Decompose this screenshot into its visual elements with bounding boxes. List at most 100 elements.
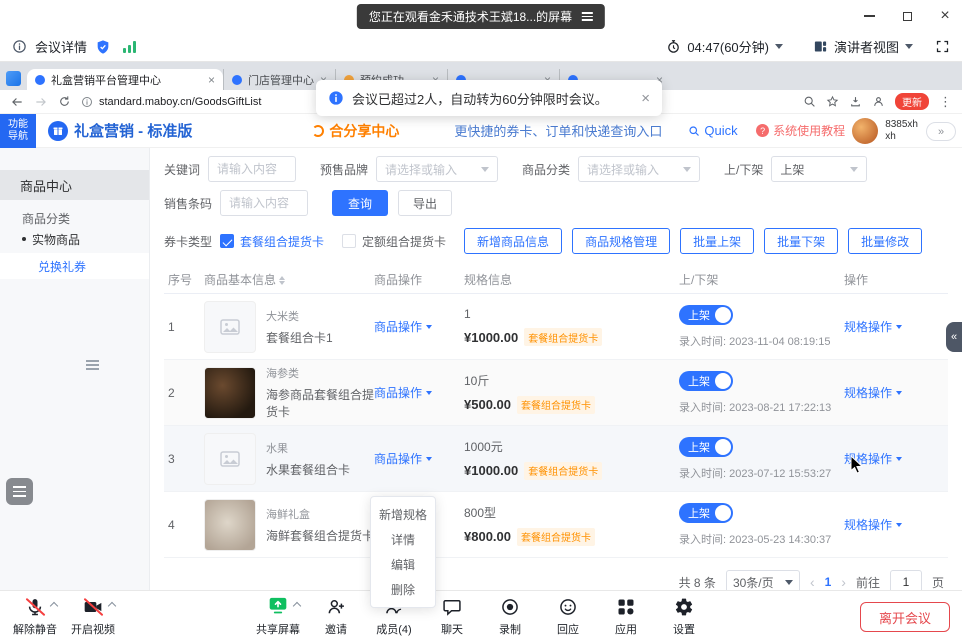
sidebar-item-physical-goods[interactable]: 实物商品: [0, 230, 149, 248]
back-icon[interactable]: [10, 95, 24, 109]
batch-edit-button[interactable]: 批量修改: [848, 228, 922, 254]
export-button[interactable]: 导出: [398, 190, 452, 216]
meeting-list-float-button[interactable]: [6, 478, 33, 505]
shelf-toggle[interactable]: 上架: [679, 371, 733, 391]
share-screen-button[interactable]: 共享屏幕: [249, 596, 307, 637]
product-photo: [204, 367, 256, 419]
keyword-input[interactable]: [208, 156, 296, 182]
spec-action-link[interactable]: 规格操作: [844, 318, 902, 335]
price: ¥800.00: [464, 529, 511, 544]
browser-tab-active[interactable]: 礼盒营销平台管理中心 ×: [27, 69, 223, 90]
category-label: 商品分类: [522, 161, 570, 178]
quick-search-link[interactable]: Quick: [688, 123, 737, 138]
menu-item-detail[interactable]: 详情: [371, 527, 435, 552]
batch-on-button[interactable]: 批量上架: [680, 228, 754, 254]
brand-title: 礼盒营销 - 标准版: [74, 120, 192, 141]
menu-item-edit[interactable]: 编辑: [371, 552, 435, 577]
spec-action-link[interactable]: 规格操作: [844, 384, 902, 401]
user-avatar[interactable]: [852, 118, 878, 144]
browser-update-badge[interactable]: 更新: [895, 93, 929, 110]
star-icon[interactable]: [826, 95, 839, 108]
share-center-link[interactable]: 合分享中心: [312, 121, 399, 141]
network-signal-icon[interactable]: [123, 41, 136, 53]
reload-icon[interactable]: [58, 95, 71, 108]
panel-collapse-handle[interactable]: «: [946, 322, 962, 352]
forward-icon[interactable]: [34, 95, 48, 109]
camera-options-icon[interactable]: [108, 602, 116, 610]
user-name[interactable]: 8385xh xh: [885, 119, 918, 143]
checkbox-combo-card[interactable]: 套餐组合提货卡: [220, 233, 324, 250]
browser-menu-icon[interactable]: ⋮: [939, 94, 952, 110]
user-icon[interactable]: [872, 95, 885, 108]
browser-logo-icon[interactable]: [6, 71, 21, 86]
apps-button[interactable]: 应用: [597, 596, 655, 637]
sort-icon[interactable]: [279, 276, 285, 285]
gear-icon: [674, 596, 694, 618]
banner-text: 您正在观看金禾通技术王斌18...的屏幕: [369, 8, 572, 25]
category-select[interactable]: 请选择或输入: [578, 156, 700, 182]
leave-meeting-button[interactable]: 离开会议: [860, 602, 950, 632]
product-action-link[interactable]: 商品操作: [374, 450, 432, 467]
product-photo: [204, 499, 256, 551]
search-button[interactable]: 查询: [332, 190, 388, 216]
url-text[interactable]: standard.maboy.cn/GoodsGiftList: [99, 96, 261, 108]
fullscreen-icon[interactable]: [935, 39, 950, 54]
brand-label: 预售品牌: [320, 161, 368, 178]
spec-value: 1000元: [464, 438, 679, 455]
security-shield-icon[interactable]: [95, 39, 111, 55]
sidebar-collapse-icon[interactable]: [86, 360, 99, 370]
product-action-link[interactable]: 商品操作: [374, 318, 432, 335]
batch-off-button[interactable]: 批量下架: [764, 228, 838, 254]
spec-manage-button[interactable]: 商品规格管理: [572, 228, 670, 254]
close-button[interactable]: ×: [938, 9, 952, 23]
tab-close-icon[interactable]: ×: [208, 73, 215, 87]
brand-select[interactable]: 请选择或输入: [376, 156, 498, 182]
meeting-details-link[interactable]: 会议详情: [35, 37, 87, 56]
product-action-link[interactable]: 商品操作: [374, 384, 432, 401]
settings-button[interactable]: 设置: [655, 596, 713, 637]
product-name: 海参商品套餐组合提货卡: [266, 388, 374, 419]
view-dropdown-icon[interactable]: [905, 44, 913, 49]
banner-menu-icon[interactable]: [582, 12, 593, 21]
record-button[interactable]: 录制: [481, 596, 539, 637]
sidebar-group-category[interactable]: 商品分类: [0, 209, 149, 227]
timer-dropdown-icon[interactable]: [775, 44, 783, 49]
shelf-select[interactable]: 上架: [771, 156, 867, 182]
barcode-input[interactable]: [220, 190, 308, 216]
toast-close-icon[interactable]: ×: [641, 90, 650, 107]
next-page-icon[interactable]: ›: [841, 574, 846, 590]
add-product-button[interactable]: 新增商品信息: [464, 228, 562, 254]
mouse-cursor: [850, 455, 864, 475]
unmute-button[interactable]: 解除静音: [6, 596, 64, 637]
menu-item-delete[interactable]: 删除: [371, 577, 435, 602]
sidebar-item-gift-voucher[interactable]: 兑换礼券: [0, 253, 149, 279]
shelf-toggle[interactable]: 上架: [679, 437, 733, 457]
invite-button[interactable]: 邀请: [307, 596, 365, 637]
menu-item-add-spec[interactable]: 新增规格: [371, 502, 435, 527]
page-info-icon[interactable]: [81, 96, 93, 108]
checkbox-fixed-card[interactable]: 定额组合提货卡: [342, 233, 446, 250]
reactions-button[interactable]: 回应: [539, 596, 597, 637]
checkbox-unchecked-icon[interactable]: [342, 234, 356, 248]
product-category: 海参类: [266, 365, 374, 381]
maximize-button[interactable]: [900, 9, 914, 23]
shelf-toggle[interactable]: 上架: [679, 305, 733, 325]
invite-icon: [326, 596, 346, 618]
start-video-button[interactable]: 开启视频: [64, 596, 122, 637]
download-icon[interactable]: [849, 95, 862, 108]
mic-options-icon[interactable]: [50, 602, 58, 610]
share-options-icon[interactable]: [293, 602, 301, 610]
header-collapse-button[interactable]: »: [926, 122, 956, 141]
prev-page-icon[interactable]: ‹: [810, 574, 815, 590]
tutorial-link[interactable]: ? 系统使用教程: [756, 122, 845, 139]
spec-action-link[interactable]: 规格操作: [844, 516, 902, 533]
minimize-button[interactable]: [862, 9, 876, 23]
sidebar-section-product-center[interactable]: 商品中心: [0, 170, 149, 200]
current-page[interactable]: 1: [825, 575, 832, 589]
search-icon[interactable]: [803, 95, 816, 108]
chevron-down-icon: [426, 457, 432, 461]
share-screen-icon: [268, 595, 288, 620]
shelf-toggle[interactable]: 上架: [679, 503, 733, 523]
checkbox-checked-icon[interactable]: [220, 234, 234, 248]
function-nav-button[interactable]: 功能 导航: [0, 114, 36, 148]
